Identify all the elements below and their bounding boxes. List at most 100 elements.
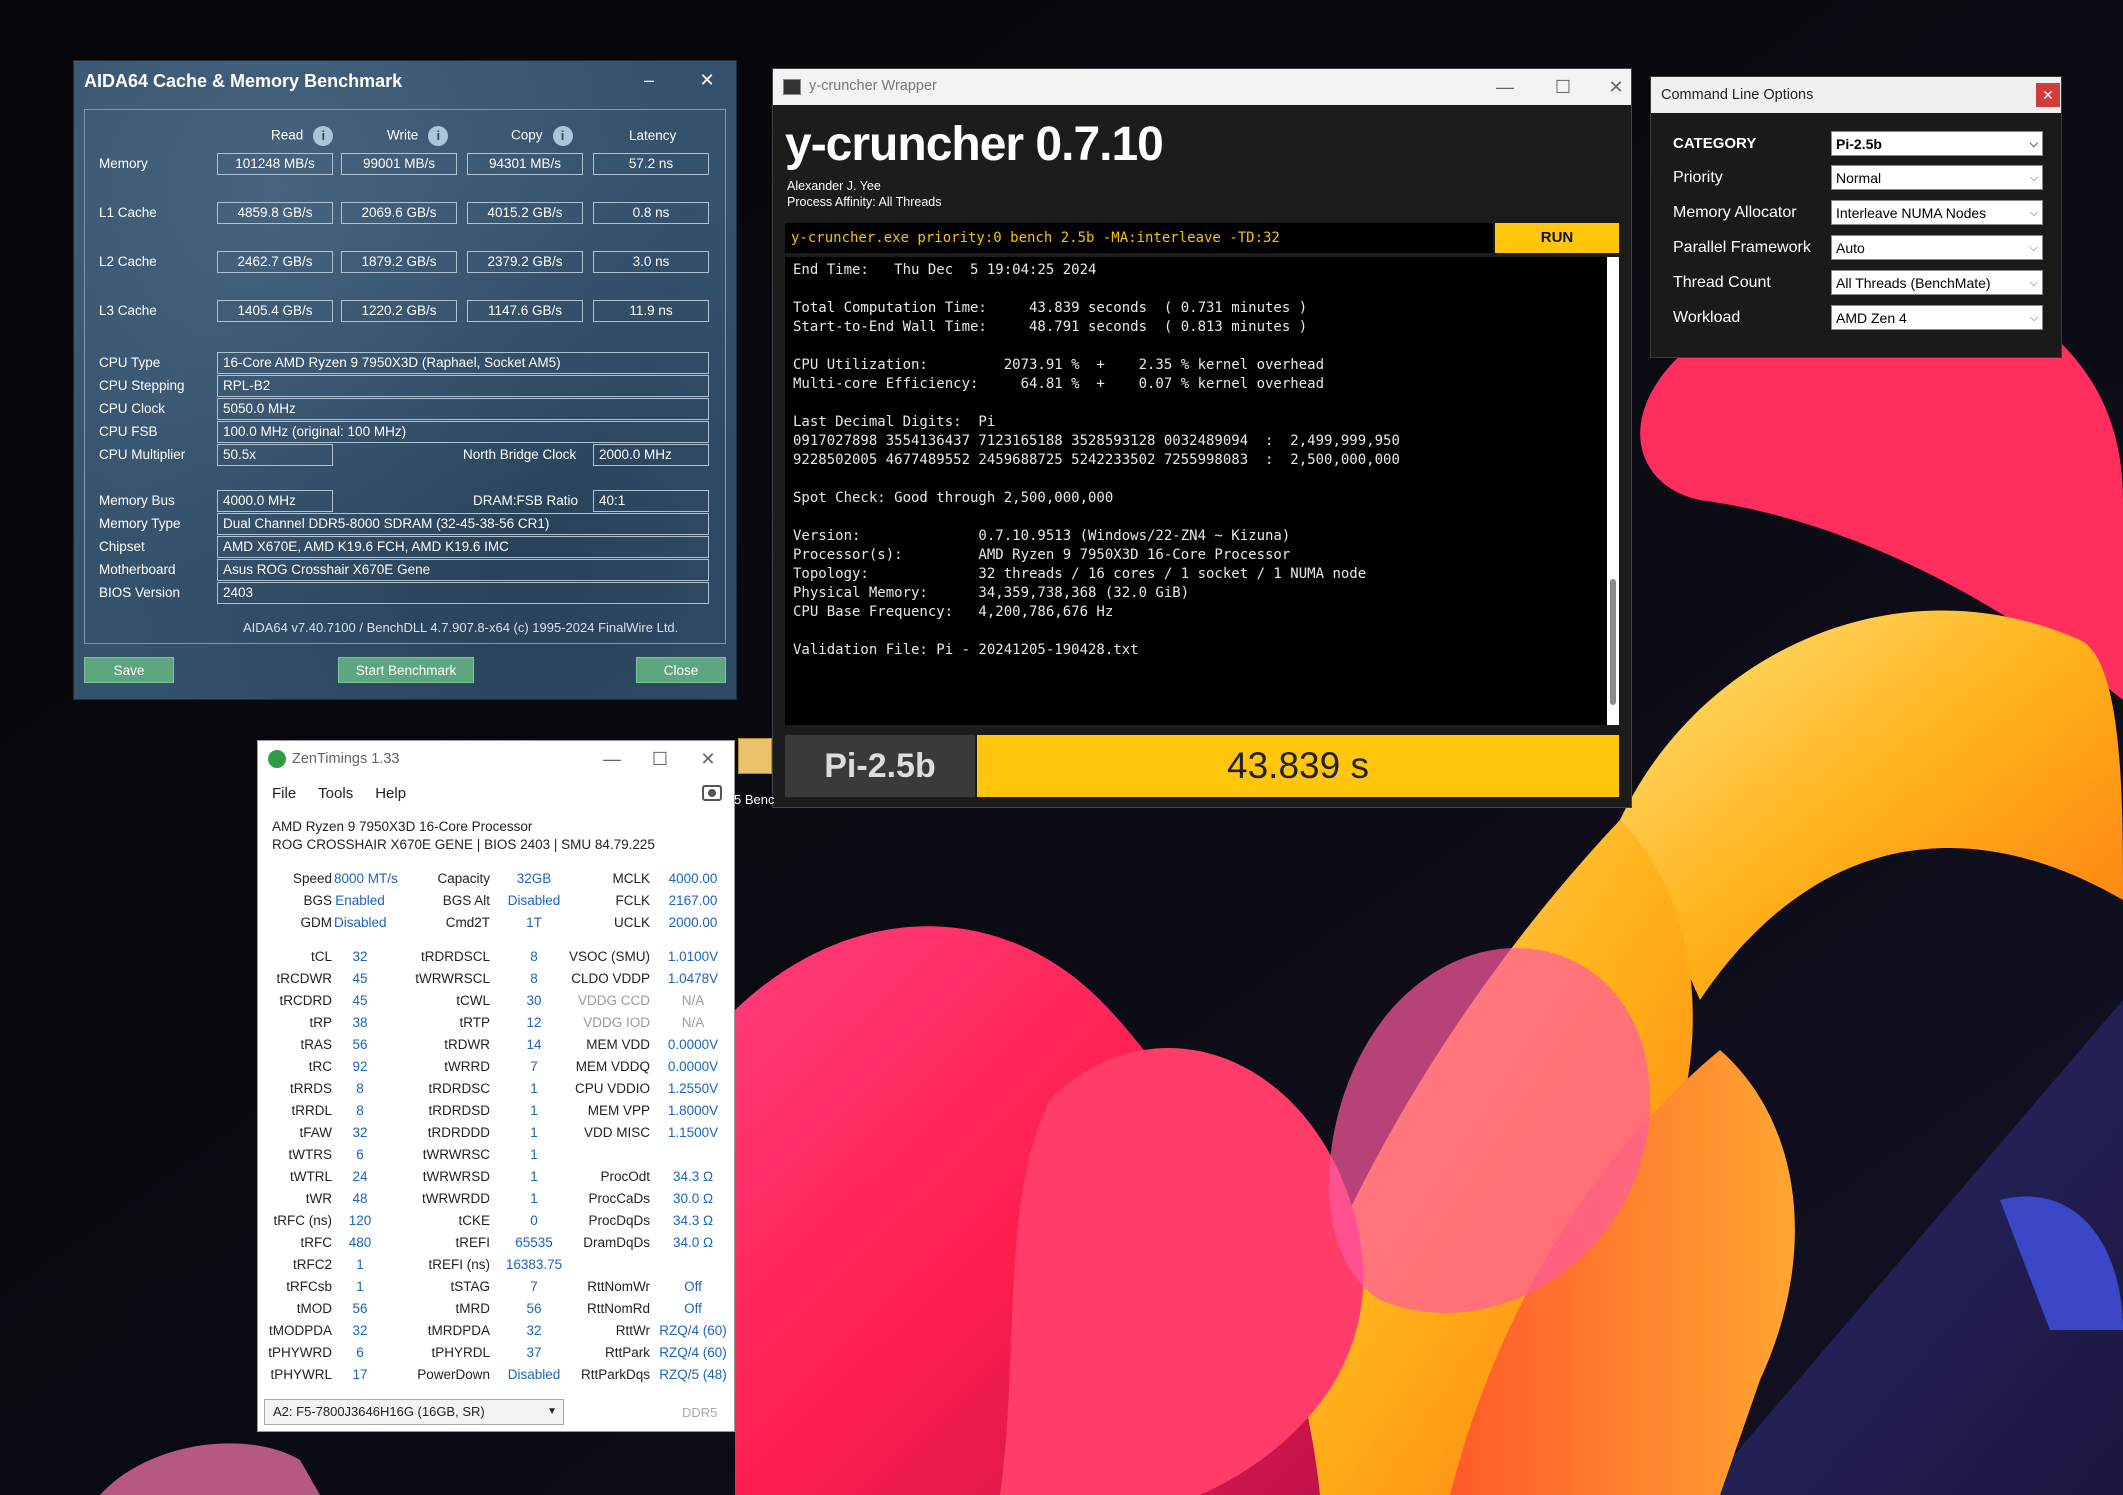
l1-read: 4859.8 GB/s	[217, 202, 333, 224]
memory-module-select[interactable]: A2: F5-7800J3646H16G (16GB, SR) ▼	[264, 1399, 564, 1425]
row-label: L3 Cache	[99, 303, 157, 318]
timing-label: MCLK	[612, 871, 650, 886]
start-benchmark-button[interactable]: Start Benchmark	[338, 657, 474, 683]
terminal-icon	[783, 79, 801, 95]
option-label: Workload	[1673, 309, 1741, 326]
chevron-down-icon: ⌵	[2029, 172, 2038, 184]
maximize-button[interactable]: ☐	[640, 745, 680, 773]
close-icon[interactable]: ✕	[692, 67, 722, 93]
process-affinity: Process Affinity: All Threads	[787, 195, 942, 209]
timing-label: RttPark	[604, 1345, 650, 1360]
workload-dropdown[interactable]: AMD Zen 4 ⌵	[1831, 305, 2043, 330]
col-read: Read i	[271, 126, 334, 146]
timing-label: tRFC	[300, 1235, 333, 1250]
close-icon[interactable]: ✕	[2036, 83, 2060, 107]
cpu-stepping-label: CPU Stepping	[99, 378, 185, 393]
close-button[interactable]: Close	[636, 657, 726, 683]
timing-label: VDD MISC	[583, 1125, 650, 1140]
row-label: Memory	[99, 156, 148, 171]
memory-latency: 57.2 ns	[593, 153, 709, 175]
l3-latency: 11.9 ns	[593, 300, 709, 322]
timing-label: tMRD	[455, 1301, 491, 1316]
cpu-multiplier-label: CPU Multiplier	[99, 447, 186, 462]
info-icon[interactable]: i	[313, 126, 334, 146]
priority-dropdown[interactable]: Normal ⌵	[1831, 165, 2043, 190]
camera-icon[interactable]	[702, 785, 722, 801]
benchmark-name: Pi-2.5b	[785, 735, 975, 797]
timing-label: tRDWR	[444, 1037, 490, 1052]
desktop-shortcut-icon[interactable]	[738, 738, 772, 774]
l3-write: 1220.2 GB/s	[341, 300, 457, 322]
scrollbar-thumb[interactable]	[1610, 579, 1616, 705]
info-icon[interactable]: i	[552, 126, 573, 146]
bios-version: 2403	[217, 582, 709, 604]
cpu-stepping: RPL-B2	[217, 375, 709, 397]
menu-file[interactable]: File	[272, 785, 296, 802]
timing-label: tRC	[308, 1059, 332, 1074]
memory-allocator-dropdown[interactable]: Interleave NUMA Nodes ⌵	[1831, 200, 2043, 225]
category-dropdown[interactable]: Pi-2.5b ⌵	[1831, 131, 2043, 156]
option-category: CATEGORY Pi-2.5b ⌵	[1673, 129, 2053, 159]
output-console: End Time: Thu Dec 5 19:04:25 2024 Total …	[785, 257, 1607, 725]
timing-value: Off	[684, 1279, 702, 1294]
timing-label: tRDRDSC	[428, 1081, 490, 1096]
scrollbar[interactable]	[1607, 257, 1619, 725]
zentimings-window: ZenTimings 1.33 — ☐ ✕ File Tools Help AMD …	[257, 740, 735, 1432]
timing-label: tPHYRDL	[431, 1345, 490, 1360]
timing-value: N/A	[681, 1015, 705, 1030]
parallel-framework-dropdown[interactable]: Auto ⌵	[1831, 235, 2043, 260]
minimize-button[interactable]: —	[1485, 73, 1525, 101]
info-icon[interactable]: i	[428, 126, 449, 146]
timing-label: tRDRDSD	[428, 1103, 490, 1118]
desktop-shortcut-label[interactable]: 5 Benc	[734, 792, 774, 807]
timing-value: 1.2550V	[667, 1081, 719, 1096]
timing-label: Capacity	[437, 871, 490, 886]
menu-tools[interactable]: Tools	[318, 785, 353, 802]
timing-label: tRDRDDD	[427, 1125, 490, 1140]
aida-footer: AIDA64 v7.40.7100 / BenchDLL 4.7.907.8-x…	[243, 620, 679, 635]
menu-help[interactable]: Help	[375, 785, 406, 802]
timing-label: VDDG IOD	[583, 1015, 650, 1030]
chevron-down-icon: ⌵	[2029, 138, 2038, 150]
minimize-button[interactable]: –	[634, 67, 664, 93]
timing-label: ProcOdt	[600, 1169, 650, 1184]
motherboard-label: Motherboard	[99, 562, 176, 577]
motherboard: Asus ROG Crosshair X670E Gene	[217, 559, 709, 581]
nb-clock-label: North Bridge Clock	[463, 447, 577, 462]
timing-label: MEM VPP	[587, 1103, 650, 1118]
command-line-options-window: Command Line Options ✕ CATEGORY Pi-2.5b ⌵…	[1650, 76, 2062, 358]
timing-label: tSTAG	[450, 1279, 490, 1294]
command-line-field[interactable]: y-cruncher.exe priority:0 bench 2.5b -MA…	[785, 223, 1493, 253]
thread-count-dropdown[interactable]: All Threads (BenchMate) ⌵	[1831, 270, 2043, 295]
maximize-button[interactable]: ☐	[1543, 73, 1583, 101]
save-button[interactable]: Save	[84, 657, 174, 683]
timing-label: Cmd2T	[445, 915, 490, 930]
timing-label: tRAS	[300, 1037, 332, 1052]
title-bar: y-cruncher Wrapper — ☐ ✕	[773, 69, 1631, 105]
option-label: Thread Count	[1673, 274, 1771, 291]
timing-label: tREFI	[455, 1235, 490, 1250]
row-label: L2 Cache	[99, 254, 157, 269]
timing-label: MEM VDDQ	[575, 1059, 650, 1074]
option-memory-allocator: Memory Allocator Interleave NUMA Nodes ⌵	[1673, 198, 2053, 228]
timing-label: tREFI (ns)	[428, 1257, 490, 1272]
minimize-button[interactable]: —	[592, 745, 632, 773]
memory-bus-label: Memory Bus	[99, 493, 175, 508]
l1-copy: 4015.2 GB/s	[467, 202, 583, 224]
author: Alexander J. Yee	[787, 179, 881, 193]
option-thread-count: Thread Count All Threads (BenchMate) ⌵	[1673, 268, 2053, 298]
cpu-type: 16-Core AMD Ryzen 9 7950X3D (Raphael, So…	[217, 352, 709, 374]
option-parallel-framework: Parallel Framework Auto ⌵	[1673, 233, 2053, 263]
timing-label: VDDG CCD	[577, 993, 650, 1008]
timing-label: tMODPDA	[268, 1323, 332, 1338]
run-button[interactable]: RUN	[1495, 223, 1619, 253]
timing-label: tFAW	[299, 1125, 333, 1140]
timing-value: 1	[530, 1147, 538, 1162]
close-icon[interactable]: ✕	[688, 745, 728, 773]
window-title: ZenTimings 1.33	[292, 751, 400, 767]
timing-value: Off	[684, 1301, 702, 1316]
close-icon[interactable]: ✕	[1601, 73, 1631, 101]
nb-clock: 2000.0 MHz	[593, 444, 709, 466]
timing-label: tMOD	[296, 1301, 332, 1316]
timing-label: tRFC (ns)	[273, 1213, 333, 1228]
